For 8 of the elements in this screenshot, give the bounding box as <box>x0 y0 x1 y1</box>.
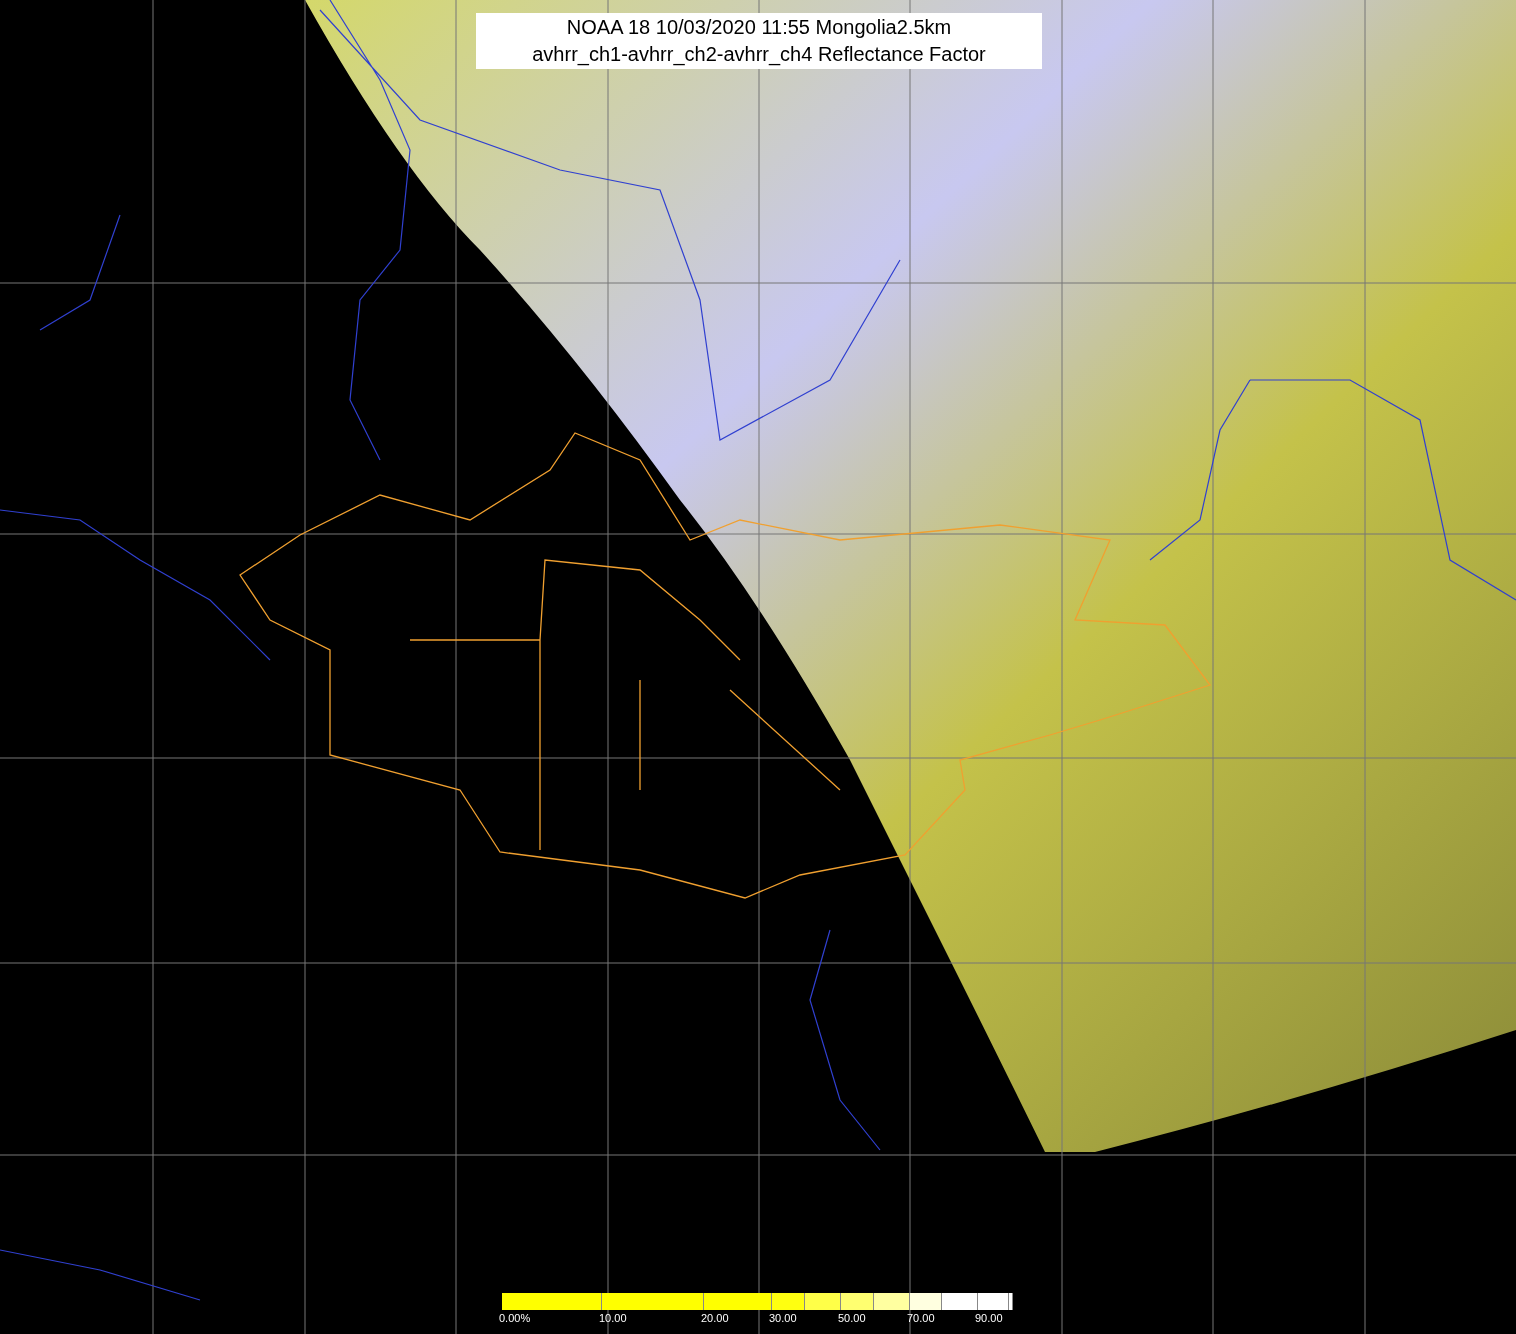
legend-label: 10.00 <box>599 1312 627 1324</box>
legend-label: 90.00 <box>975 1312 1003 1324</box>
legend-label: 30.00 <box>769 1312 797 1324</box>
legend-label: 20.00 <box>701 1312 729 1324</box>
legend-label: 50.00 <box>838 1312 866 1324</box>
map-title: NOAA 18 10/03/2020 11:55 Mongolia2.5km avhrr_ch1-avhrr_ch2-avhrr_ch4 Reflectance Factor <box>476 13 1042 69</box>
legend-label: 70.00 <box>907 1312 935 1324</box>
legend-label: 0.00% <box>499 1312 531 1324</box>
